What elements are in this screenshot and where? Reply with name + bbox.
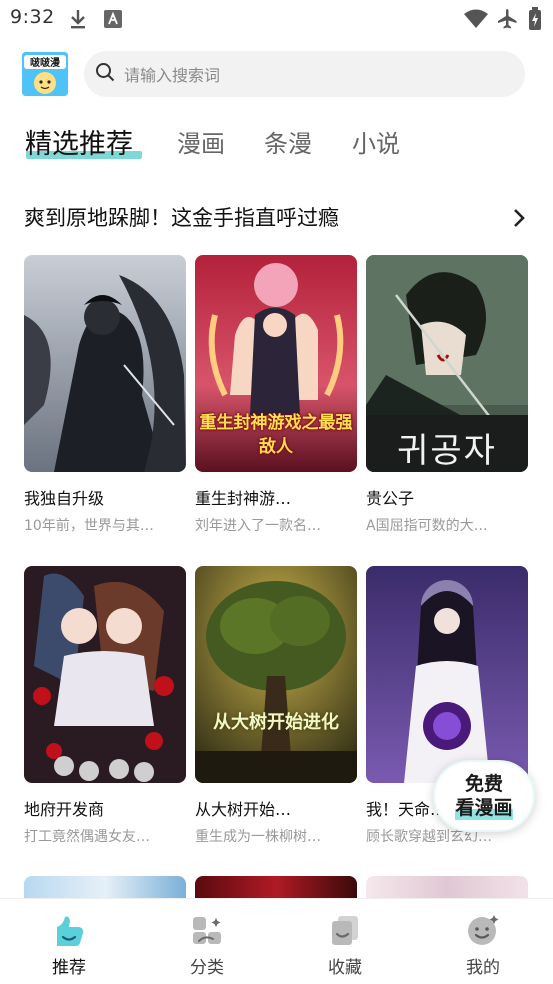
cover-title-text: 重生封神游戏之最强敌人 [199,413,353,457]
tab-featured[interactable]: 精选推荐 [25,122,133,161]
free-comics-button[interactable]: 免费 看漫画 [433,760,535,832]
comic-title: 贵公子 [366,489,415,508]
comic-cover[interactable]: 从大树开始进化 [195,566,357,783]
comic-cover[interactable] [24,255,186,472]
comic-title: 地府开发商 [24,800,105,819]
comic-cover[interactable]: 重生封神游戏之最强敌人 [195,255,357,472]
comic-card[interactable]: 地府开发商 打工竟然偶遇女友… [24,566,186,846]
comic-desc: A国屈指可数的大… [366,518,488,534]
svg-text:啵啵漫: 啵啵漫 [30,56,61,69]
nav-label: 我的 [466,958,500,978]
comic-card[interactable]: 我独自升级 10年前，世界与其… [24,255,186,535]
search-icon [94,61,116,87]
cover-title-text: 从大树开始进化 [213,712,339,733]
comic-desc: 10年前，世界与其… [24,518,154,534]
tab-strip-comics[interactable]: 条漫 [264,124,312,159]
status-bar: 9:32 [0,0,553,38]
font-a-icon [103,8,123,30]
wifi-icon [463,8,489,30]
search-placeholder: 请输入搜索词 [124,66,221,85]
nav-label: 推荐 [52,958,86,978]
category-icon [190,913,224,947]
comic-cover[interactable] [195,876,357,900]
airplane-icon [496,8,518,30]
search-input[interactable]: 请输入搜索词 [84,51,525,97]
favorites-icon [328,913,362,947]
nav-label: 收藏 [328,958,362,978]
comic-card[interactable]: 重生封神游戏之最强敌人 重生封神游… 刘年进入了一款名… [195,255,357,535]
app-logo-icon[interactable]: 啵啵漫 [22,52,68,96]
battery-charging-icon [528,7,542,30]
comic-cover[interactable] [24,876,186,900]
recommend-icon [52,913,86,947]
comic-title: 重生封神游… [195,489,292,508]
free-label: 免费 [464,773,503,795]
comic-cover[interactable]: 귀공자 [366,255,528,472]
comic-title: 从大树开始… [195,800,292,819]
cover-title-text: 귀공자 [397,431,497,471]
bottom-navigation: 推荐 分类 收藏 我的 [0,898,553,984]
comic-desc: 重生成为一株柳树… [195,829,321,845]
nav-recommend[interactable]: 推荐 [24,913,114,978]
section-title[interactable]: 爽到原地跺脚！这金手指直呼过瘾 [24,202,339,232]
comic-cover[interactable] [366,566,528,783]
comic-card[interactable]: 귀공자 贵公子 A国屈指可数的大… [366,255,528,535]
comic-desc: 刘年进入了一款名… [195,518,321,534]
nav-label: 分类 [190,958,224,978]
nav-favorites[interactable]: 收藏 [300,913,390,978]
status-time: 9:32 [10,6,55,28]
download-icon [68,8,88,30]
profile-icon [466,913,500,947]
comic-cover[interactable] [366,876,528,900]
nav-category[interactable]: 分类 [162,913,252,978]
tab-comics[interactable]: 漫画 [177,124,225,159]
comic-desc: 打工竟然偶遇女友… [24,829,150,845]
tab-novels[interactable]: 小说 [352,124,400,159]
chevron-right-icon[interactable] [507,206,531,230]
comic-cover[interactable] [24,566,186,783]
comic-title: 我独自升级 [24,489,105,508]
comic-card[interactable]: 从大树开始进化 从大树开始… 重生成为一株柳树… [195,566,357,846]
read-comics-label: 看漫画 [455,796,513,820]
nav-profile[interactable]: 我的 [438,913,528,978]
